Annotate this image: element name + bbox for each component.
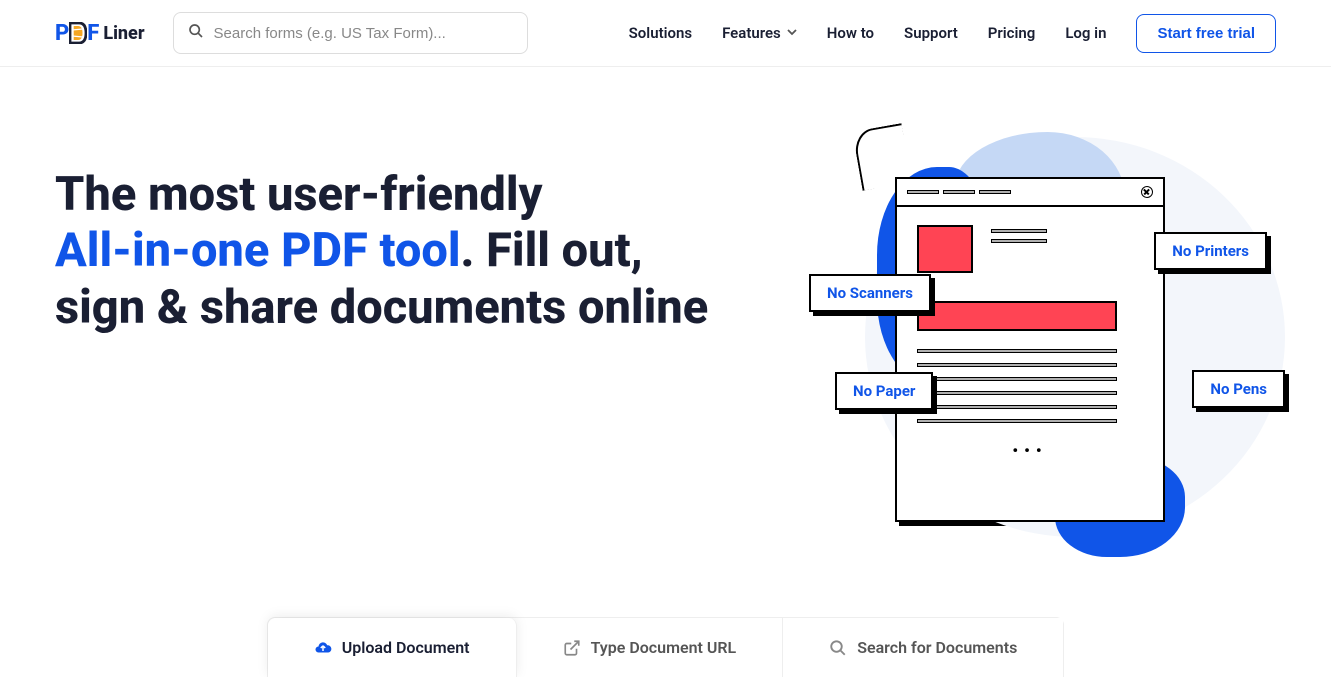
search-box[interactable]: [173, 12, 528, 54]
chevron-down-icon: [787, 27, 797, 40]
tab-type-url[interactable]: Type Document URL: [517, 618, 784, 677]
document-window: •••: [895, 177, 1165, 522]
nav-pricing-label: Pricing: [988, 24, 1036, 42]
nav-support[interactable]: Support: [904, 24, 958, 42]
tabs-container: Upload Document Type Document URL Search…: [0, 577, 1331, 677]
start-trial-button[interactable]: Start free trial: [1136, 14, 1276, 53]
nav-howto[interactable]: How to: [827, 24, 874, 42]
close-icon: [1141, 186, 1153, 198]
cloud-upload-icon: [314, 639, 332, 657]
doc-topbar: [897, 179, 1163, 207]
logo-d-icon: [69, 22, 87, 44]
logo[interactable]: P F Liner: [55, 21, 145, 46]
hero-title: The most user-friendly All-in-one PDF to…: [55, 167, 775, 336]
nav-support-label: Support: [904, 24, 958, 42]
nav-login-label: Log in: [1065, 24, 1106, 42]
nav-pricing[interactable]: Pricing: [988, 24, 1036, 42]
hero-line3: sign & share documents online: [55, 280, 708, 335]
hero-line2-end: . Fill out,: [461, 223, 643, 278]
doc-toolbar-lines: [907, 190, 1011, 194]
hero-illustration: ••• No Scanners No Printers No Paper No …: [815, 147, 1255, 547]
search-input[interactable]: [214, 25, 513, 42]
doc-red-bar: [917, 301, 1117, 331]
hero-text: The most user-friendly All-in-one PDF to…: [55, 167, 775, 336]
nav-login[interactable]: Log in: [1065, 24, 1106, 42]
doc-text-lines: [917, 349, 1143, 423]
doc-body: •••: [897, 207, 1163, 478]
nav: Solutions Features How to Support Pricin…: [629, 14, 1276, 53]
tab-upload-label: Upload Document: [342, 638, 470, 657]
tab-upload-document[interactable]: Upload Document: [268, 618, 517, 677]
tab-url-label: Type Document URL: [591, 638, 737, 657]
tag-no-pens: No Pens: [1192, 370, 1285, 408]
nav-solutions[interactable]: Solutions: [629, 24, 692, 42]
logo-p: P: [55, 21, 69, 46]
tab-search-documents[interactable]: Search for Documents: [783, 618, 1063, 677]
nav-howto-label: How to: [827, 24, 874, 42]
external-link-icon: [563, 639, 581, 657]
nav-features-label: Features: [722, 24, 781, 42]
header: P F Liner Solutions Features: [0, 0, 1331, 67]
nav-features[interactable]: Features: [722, 24, 797, 42]
doc-header-lines: [991, 229, 1047, 249]
tab-search-label: Search for Documents: [857, 638, 1017, 657]
tag-no-paper: No Paper: [835, 372, 933, 410]
doc-red-square: [917, 225, 973, 273]
search-icon: [188, 23, 204, 43]
tabs: Upload Document Type Document URL Search…: [267, 617, 1065, 677]
nav-solutions-label: Solutions: [629, 24, 692, 42]
hero-line2-blue: All-in-one PDF tool: [55, 223, 461, 278]
tag-no-scanners: No Scanners: [809, 274, 931, 312]
tag-no-printers: No Printers: [1154, 232, 1267, 270]
logo-f: F: [87, 21, 99, 46]
hero-line1: The most user-friendly: [55, 167, 543, 222]
doc-dots: •••: [917, 441, 1143, 460]
hero-section: The most user-friendly All-in-one PDF to…: [0, 67, 1331, 577]
search-icon: [829, 639, 847, 657]
logo-liner: Liner: [103, 23, 144, 44]
